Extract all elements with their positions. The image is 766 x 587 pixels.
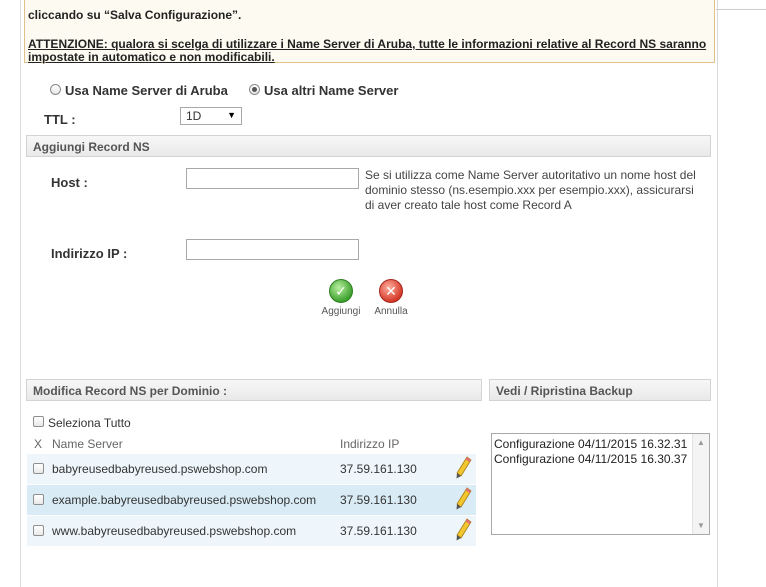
ttl-label: TTL : bbox=[44, 112, 76, 127]
backup-section-header: Vedi / Ripristina Backup bbox=[489, 379, 711, 401]
column-x: X bbox=[34, 437, 43, 451]
row-checkbox[interactable] bbox=[33, 494, 44, 505]
modify-section-title: Modifica Record NS per Dominio : bbox=[33, 384, 228, 398]
row-checkbox[interactable] bbox=[33, 525, 44, 536]
backup-item[interactable]: Configurazione 04/11/2015 16.32.31 bbox=[494, 437, 687, 451]
backup-list[interactable]: Configurazione 04/11/2015 16.32.31 Confi… bbox=[491, 433, 710, 535]
ttl-value: 1D bbox=[186, 109, 202, 123]
cancel-button[interactable]: ✕ Annulla bbox=[369, 279, 413, 317]
row-ip: 37.59.161.130 bbox=[340, 524, 417, 538]
ttl-select[interactable]: 1D ▼ bbox=[180, 107, 242, 125]
column-ip: Indirizzo IP bbox=[340, 437, 400, 451]
scroll-up-icon[interactable]: ▲ bbox=[697, 438, 705, 447]
host-input[interactable] bbox=[186, 168, 359, 189]
scrollbar[interactable]: ▲ ▼ bbox=[692, 434, 709, 534]
row-ip: 37.59.161.130 bbox=[340, 493, 417, 507]
table-row: www.babyreusedbabyreused.pswebshop.com 3… bbox=[27, 516, 476, 546]
table-row: example.babyreusedbabyreused.pswebshop.c… bbox=[27, 485, 476, 515]
backup-section-title: Vedi / Ripristina Backup bbox=[496, 384, 633, 398]
table-row: babyreusedbabyreused.pswebshop.com 37.59… bbox=[27, 454, 476, 484]
row-ip: 37.59.161.130 bbox=[340, 462, 417, 476]
ip-label: Indirizzo IP : bbox=[51, 246, 128, 261]
add-button-label: Aggiungi bbox=[321, 306, 361, 317]
host-label: Host : bbox=[51, 175, 88, 190]
radio-aruba-ns-label[interactable]: Usa Name Server di Aruba bbox=[65, 83, 228, 98]
add-button[interactable]: ✓ Aggiungi bbox=[318, 279, 364, 317]
check-icon: ✓ bbox=[329, 279, 353, 303]
notice-box: cliccando su “Salva Configurazione”. ATT… bbox=[24, 0, 715, 64]
radio-aruba-ns[interactable] bbox=[50, 84, 61, 95]
notice-warning: ATTENZIONE: qualora si scelga di utilizz… bbox=[28, 37, 707, 64]
radio-other-ns[interactable] bbox=[249, 84, 260, 95]
add-section-header: Aggiungi Record NS bbox=[26, 135, 711, 157]
scroll-down-icon[interactable]: ▼ bbox=[697, 521, 705, 530]
notice-line: cliccando su “Salva Configurazione”. bbox=[28, 8, 242, 22]
host-help-text: Se si utilizza come Name Server autorita… bbox=[365, 168, 696, 212]
backup-item[interactable]: Configurazione 04/11/2015 16.30.37 bbox=[494, 452, 687, 466]
ip-input[interactable] bbox=[186, 239, 359, 260]
modify-section-header: Modifica Record NS per Dominio : bbox=[26, 379, 482, 401]
row-name-server: babyreusedbabyreused.pswebshop.com bbox=[52, 462, 268, 476]
row-name-server: www.babyreusedbabyreused.pswebshop.com bbox=[52, 524, 297, 538]
x-icon: ✕ bbox=[379, 279, 403, 303]
pencil-icon[interactable] bbox=[455, 487, 473, 511]
select-all-label[interactable]: Seleziona Tutto bbox=[48, 416, 131, 430]
add-section-title: Aggiungi Record NS bbox=[33, 140, 150, 154]
top-divider bbox=[716, 9, 766, 10]
column-name-server: Name Server bbox=[52, 437, 123, 451]
chevron-down-icon: ▼ bbox=[227, 110, 236, 120]
row-checkbox[interactable] bbox=[33, 463, 44, 474]
radio-other-ns-label[interactable]: Usa altri Name Server bbox=[264, 83, 398, 98]
pencil-icon[interactable] bbox=[455, 518, 473, 542]
select-all-checkbox[interactable] bbox=[33, 416, 44, 427]
pencil-icon[interactable] bbox=[455, 456, 473, 480]
row-name-server: example.babyreusedbabyreused.pswebshop.c… bbox=[52, 493, 317, 507]
cancel-button-label: Annulla bbox=[374, 306, 408, 317]
